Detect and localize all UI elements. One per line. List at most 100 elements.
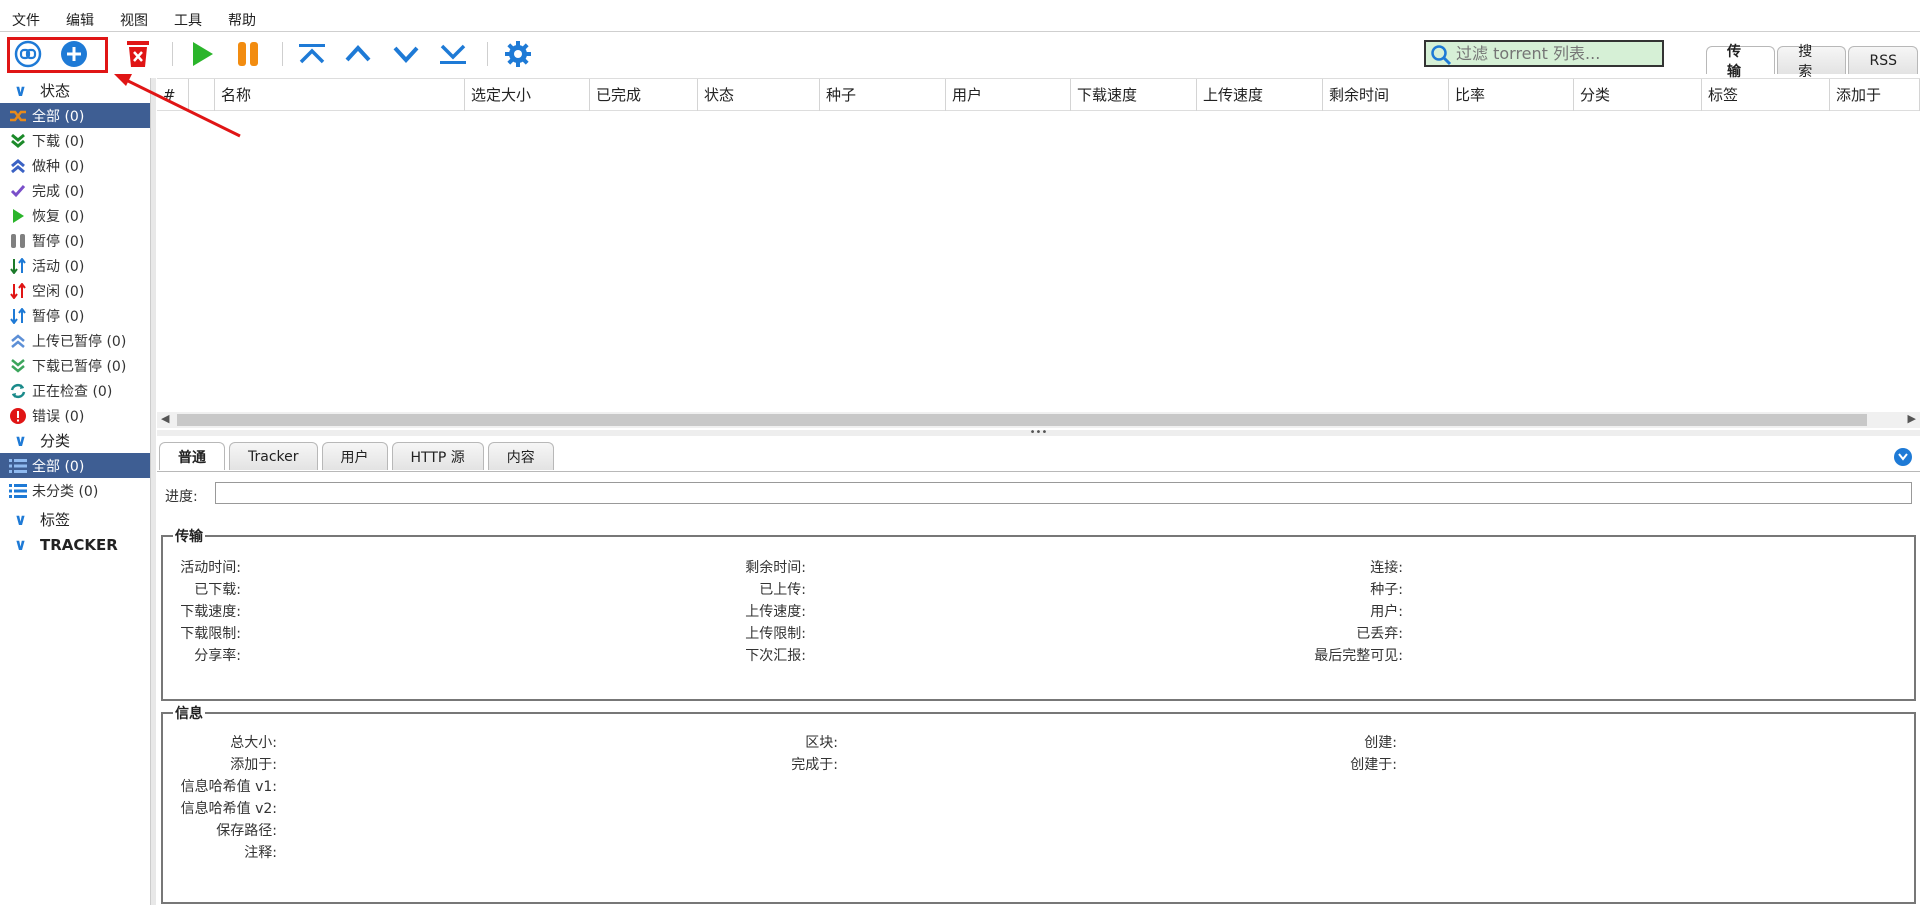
resume-button[interactable] <box>186 38 218 70</box>
status-filter-label: 全部 (0) <box>32 108 85 125</box>
chevron-down-icon: ∨ <box>14 510 27 529</box>
chevron-down-icon: ∨ <box>14 535 27 554</box>
tab-transfers[interactable]: 传输 <box>1706 44 1776 80</box>
transfer-field-label: 连接: <box>1370 560 1403 576</box>
status-filter-item[interactable]: 活动 (0) <box>0 253 150 278</box>
shuffle-icon <box>6 108 30 124</box>
column-header[interactable]: 状态 <box>698 78 820 111</box>
toolbar-separator <box>172 42 173 66</box>
status-filter-label: 正在检查 (0) <box>32 383 113 400</box>
info-field-label: 保存路径: <box>216 823 277 839</box>
column-header[interactable]: 上传速度 <box>1197 78 1323 111</box>
column-header[interactable] <box>189 78 215 111</box>
checkmark-icon <box>6 183 30 199</box>
transfer-field-label: 下次汇报: <box>745 648 806 664</box>
status-filter-item[interactable]: 全部 (0) <box>0 103 150 128</box>
tags-section-header[interactable]: ∨ 标签 <box>0 507 150 532</box>
tab-peers[interactable]: 用户 <box>321 442 388 470</box>
filter-input[interactable] <box>1456 44 1656 63</box>
menu-tools[interactable]: 工具 <box>162 10 216 30</box>
column-header[interactable]: 标签 <box>1702 78 1830 111</box>
category-item-uncategorized[interactable]: 未分类 (0) <box>0 478 150 503</box>
transfer-field-label: 用户: <box>1370 604 1403 620</box>
tab-general[interactable]: 普通 <box>159 442 225 470</box>
status-filter-item[interactable]: 错误 (0) <box>0 403 150 428</box>
horizontal-scrollbar[interactable]: ◀ ▶ <box>157 412 1920 428</box>
torrent-table: # 名称 选定大小 已完成 状态 种子 用户 下载速度 上传速度 剩余时间 比率 分类 标签 添加于 <box>157 78 1920 426</box>
move-top-button[interactable] <box>296 38 328 70</box>
delete-icon <box>127 41 149 67</box>
pause-icon <box>6 233 30 249</box>
menu-help[interactable]: 帮助 <box>216 10 270 30</box>
pause-button[interactable] <box>232 38 264 70</box>
menu-bar: 文件 编辑 视图 工具 帮助 <box>0 8 1920 32</box>
status-filter-item[interactable]: 正在检查 (0) <box>0 378 150 403</box>
status-filter-item[interactable]: 完成 (0) <box>0 178 150 203</box>
transfer-field-label: 已上传: <box>759 582 806 598</box>
column-header[interactable]: 名称 <box>215 78 465 111</box>
column-header[interactable]: 添加于 <box>1830 78 1920 111</box>
status-filter-label: 下载已暂停 (0) <box>32 358 127 375</box>
scrollbar-thumb[interactable] <box>177 414 1867 426</box>
column-header[interactable]: 已完成 <box>590 78 698 111</box>
column-header[interactable]: 种子 <box>820 78 946 111</box>
tab-content[interactable]: 内容 <box>487 442 554 470</box>
column-header[interactable]: # <box>157 78 189 111</box>
info-field-label: 创建于: <box>1350 757 1397 773</box>
scroll-left-icon[interactable]: ◀ <box>161 412 169 425</box>
info-field-label: 总大小: <box>230 735 277 751</box>
column-header[interactable]: 剩余时间 <box>1323 78 1449 111</box>
transfer-field-label: 已丢弃: <box>1356 626 1403 642</box>
delete-torrent-button[interactable] <box>122 38 154 70</box>
tab-http-sources[interactable]: HTTP 源 <box>391 442 484 470</box>
transfer-group-title: 传输 <box>173 526 205 546</box>
tab-tracker[interactable]: Tracker <box>229 442 318 470</box>
status-filter-item[interactable]: 下载 (0) <box>0 128 150 153</box>
menu-file[interactable]: 文件 <box>0 10 54 30</box>
status-filter-item[interactable]: 上传已暂停 (0) <box>0 328 150 353</box>
info-field-label: 信息哈希值 v1: <box>180 779 277 795</box>
column-header[interactable]: 下载速度 <box>1071 78 1197 111</box>
tracker-section-header[interactable]: ∨ TRACKER <box>0 532 150 557</box>
transfer-field-label: 最后完整可见: <box>1314 648 1403 664</box>
sidebar-splitter[interactable] <box>150 78 156 905</box>
move-down-button[interactable] <box>390 38 422 70</box>
status-filter-item[interactable]: 做种 (0) <box>0 153 150 178</box>
column-header[interactable]: 分类 <box>1574 78 1702 111</box>
info-group: 信息 总大小: 添加于: 信息哈希值 v1: 信息哈希值 v2: 保存路径: 注释: 区块:… <box>161 703 1916 904</box>
column-header[interactable]: 用户 <box>946 78 1071 111</box>
status-filter-item[interactable]: 暂停 (0) <box>0 303 150 328</box>
panel-splitter[interactable]: ••• <box>157 428 1920 438</box>
tab-search[interactable]: 搜索 <box>1777 44 1847 80</box>
double-chevron-up-light-icon <box>6 333 30 349</box>
menu-edit[interactable]: 编辑 <box>54 10 108 30</box>
refresh-icon <box>6 383 30 399</box>
status-section-header[interactable]: ∨ 状态 <box>0 78 150 103</box>
status-filter-item[interactable]: 恢复 (0) <box>0 203 150 228</box>
category-item-all[interactable]: 全部 (0) <box>0 453 150 478</box>
pause-icon <box>238 42 258 66</box>
up-down-arrows-blue-icon <box>6 307 30 324</box>
category-section-header[interactable]: ∨ 分类 <box>0 428 150 453</box>
status-filter-item[interactable]: 空闲 (0) <box>0 278 150 303</box>
properties-panel: 普通 Tracker 用户 HTTP 源 内容 进度: 传输 活动时间: 已下载:… <box>157 438 1920 905</box>
column-header[interactable]: 比率 <box>1449 78 1574 111</box>
play-icon <box>193 42 213 66</box>
tab-rss[interactable]: RSS <box>1848 46 1918 74</box>
menu-view[interactable]: 视图 <box>108 10 162 30</box>
transfer-field-label: 种子: <box>1370 582 1403 598</box>
annotation-highlight-box <box>7 37 108 73</box>
collapse-panel-button[interactable] <box>1894 448 1912 466</box>
filter-search-box[interactable] <box>1424 40 1664 67</box>
status-filter-item[interactable]: 下载已暂停 (0) <box>0 353 150 378</box>
status-filter-item[interactable]: 暂停 (0) <box>0 228 150 253</box>
options-button[interactable] <box>502 38 534 70</box>
move-bottom-button[interactable] <box>437 38 469 70</box>
scroll-right-icon[interactable]: ▶ <box>1908 412 1916 425</box>
info-field-label: 添加于: <box>230 757 277 773</box>
column-header[interactable]: 选定大小 <box>465 78 590 111</box>
move-up-button[interactable] <box>342 38 374 70</box>
tab-divider <box>157 471 1920 472</box>
status-filter-label: 活动 (0) <box>32 258 85 275</box>
status-filter-label: 暂停 (0) <box>32 233 85 250</box>
